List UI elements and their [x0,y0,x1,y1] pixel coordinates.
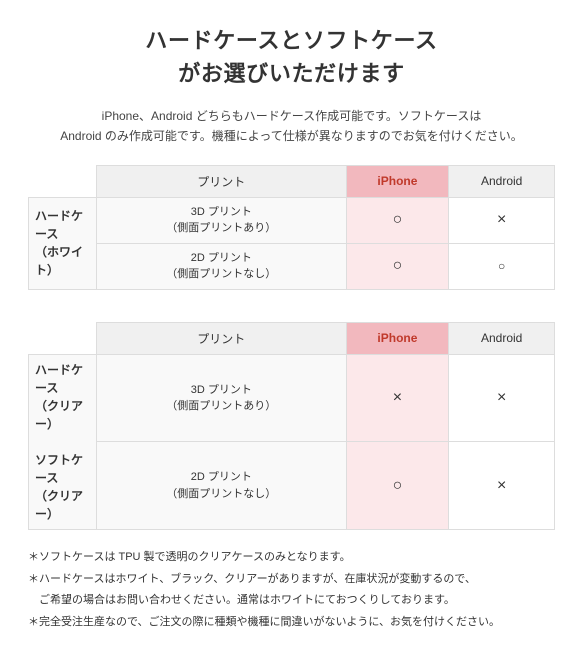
spacer [28,308,555,322]
note-3: ご希望の場合はお問い合わせください。通常はホワイトにておつくりしております。 [28,591,555,611]
page-title: ハードケースとソフトケース がお選びいただけます [28,24,555,90]
notes-section: ＊ソフトケースは TPU 製で透明のクリアケースのみとなります。 ＊ハードケース… [28,548,555,633]
table1-row2-iphone: ○ [346,243,449,289]
table2-row1-label: 3D プリント（側面プリントあり） [97,354,347,442]
table-row: ハードケース（クリアー）ソフトケース（クリアー） 3D プリント（側面プリントあ… [29,354,555,442]
table2-row2-label: 2D プリント（側面プリントなし） [97,442,347,530]
table1-col-print: プリント [97,165,347,197]
table1-row2-label: 2D プリント（側面プリントなし） [97,243,347,289]
table2-section: プリント iPhone Android ハードケース（クリアー）ソフトケース（ク… [28,322,555,530]
table-row: 2D プリント（側面プリントなし） ○ × [29,442,555,530]
table1: プリント iPhone Android ハードケース （ホワイト） 3D プリン… [28,165,555,290]
table2-row1-iphone: × [346,354,449,442]
table-row: 2D プリント（側面プリントなし） ○ ○ [29,243,555,289]
table1-col-iphone: iPhone [346,165,449,197]
table2-col-android: Android [449,322,555,354]
note-1: ＊ソフトケースは TPU 製で透明のクリアケースのみとなります。 [28,548,555,568]
table2-col-print: プリント [97,322,347,354]
table2-row2-iphone: ○ [346,442,449,530]
table2: プリント iPhone Android ハードケース（クリアー）ソフトケース（ク… [28,322,555,530]
table1-row2-android: ○ [449,243,555,289]
table-row: ハードケース （ホワイト） 3D プリント（側面プリントあり） ○ × [29,197,555,243]
table1-row1-label: 3D プリント（側面プリントあり） [97,197,347,243]
table2-col-iphone: iPhone [346,322,449,354]
table1-section: プリント iPhone Android ハードケース （ホワイト） 3D プリン… [28,165,555,290]
note-4: ＊完全受注生産なので、ご注文の際に種類や機種に間違いがないように、お気を付けくだ… [28,613,555,633]
table1-row1-android: × [449,197,555,243]
table1-row-header: ハードケース （ホワイト） [29,197,97,289]
table1-col-android: Android [449,165,555,197]
note-2: ＊ハードケースはホワイト、ブラック、クリアーがありますが、在庫状況が変動するので… [28,570,555,590]
subtitle-text: iPhone、Android どちらもハードケース作成可能です。ソフトケースは … [28,106,555,147]
table2-row2-android: × [449,442,555,530]
table2-row1-android: × [449,354,555,442]
table2-row-header: ハードケース（クリアー）ソフトケース（クリアー） [29,354,97,529]
table1-row1-iphone: ○ [346,197,449,243]
